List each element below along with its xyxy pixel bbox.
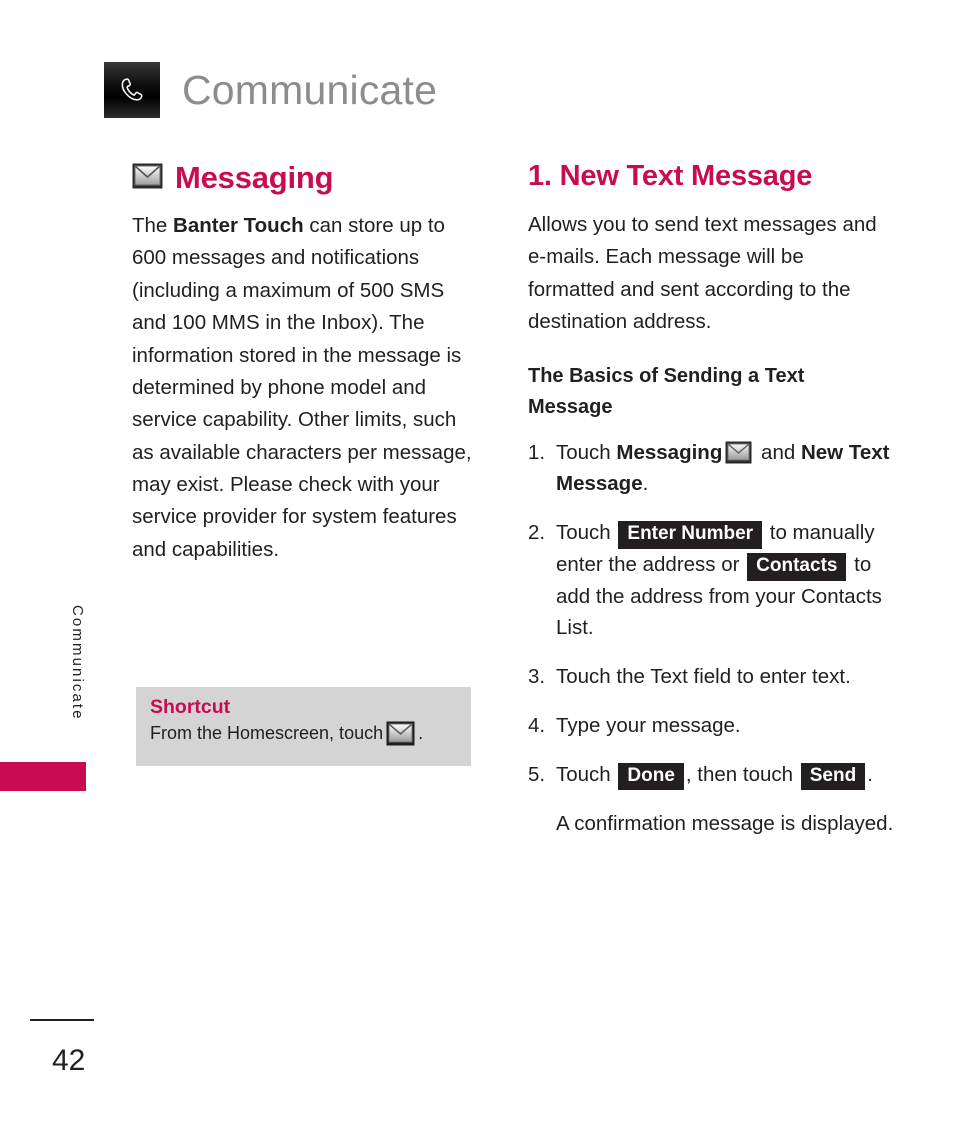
new-text-message-heading: 1. New Text Message [528, 160, 813, 192]
step1-part-1: Touch [556, 440, 617, 464]
new-text-message-intro: Allows you to send text messages and e-m… [528, 213, 877, 334]
shortcut-title: Shortcut [150, 696, 231, 718]
page-header: Communicate [104, 62, 437, 118]
step1-bold-messaging: Messaging [616, 440, 723, 464]
step-number: 2. [528, 521, 546, 545]
step5-part-3: . [867, 762, 873, 786]
left-column: Messaging The Banter Touch can store up … [132, 160, 480, 578]
confirmation-note: A confirmation message is displayed. [556, 812, 894, 836]
step-number: 5. [528, 762, 546, 786]
shortcut-text-before: From the Homescreen, touch [150, 723, 384, 743]
footer-divider [30, 1019, 94, 1021]
shortcut-callout: Shortcut From the Homescreen, touch . [136, 687, 471, 766]
step5-part-2: , then touch [685, 762, 799, 786]
step-number: 3. [528, 665, 546, 689]
step-text: Touch Done, then touch Send. [556, 759, 894, 791]
shortcut-body: From the Homescreen, touch . [150, 721, 457, 746]
shortcut-text-after: . [418, 723, 424, 743]
step5-part-1: Touch [556, 762, 617, 786]
step2-part-1: Touch [556, 521, 617, 545]
step1-part-2: and [755, 440, 801, 464]
envelope-icon [386, 721, 415, 746]
step1-part-3: . [642, 472, 649, 496]
step-text: Touch the Text field to enter text. [556, 665, 851, 689]
step-item: 3. Touch the Text field to enter text. [528, 661, 894, 693]
messaging-description: The Banter Touch can store up to 600 mes… [132, 210, 480, 566]
basics-subheading: The Basics of Sending a Text Message [528, 364, 805, 418]
done-key[interactable]: Done [618, 762, 684, 791]
step-item: 2. Touch Enter Number to manually enter … [528, 517, 894, 644]
side-tab-label: Communicate [69, 604, 86, 721]
page-number: 42 [52, 1044, 86, 1077]
description-part-2: can store up to 600 messages and notific… [132, 214, 472, 561]
step-text: Type your message. [556, 713, 741, 737]
send-key[interactable]: Send [800, 762, 866, 791]
enter-number-key[interactable]: Enter Number [618, 521, 763, 549]
step-number: 4. [528, 713, 546, 737]
contacts-key[interactable]: Contacts [747, 552, 847, 581]
step-item: 5. Touch Done, then touch Send. [528, 759, 894, 791]
step-number: 1. [528, 440, 546, 464]
envelope-icon [132, 163, 163, 194]
description-part-1: The [132, 214, 174, 237]
step-text: Touch Messaging and New Text Message. [556, 437, 894, 501]
envelope-icon [725, 441, 752, 464]
step-item: 1. Touch Messaging and New Text Message. [528, 437, 894, 501]
page-title: Communicate [182, 66, 438, 113]
messaging-heading-text: Messaging [175, 160, 334, 195]
phone-handset-icon [104, 62, 160, 118]
step-item: 4. Type your message. [528, 710, 894, 742]
messaging-heading: Messaging [132, 160, 480, 196]
right-column: 1. New Text Message Allows you to send t… [528, 160, 894, 840]
step-text: Touch Enter Number to manually enter the… [556, 517, 894, 644]
side-tab-color-block [0, 762, 86, 791]
device-name: Banter Touch [173, 214, 304, 237]
